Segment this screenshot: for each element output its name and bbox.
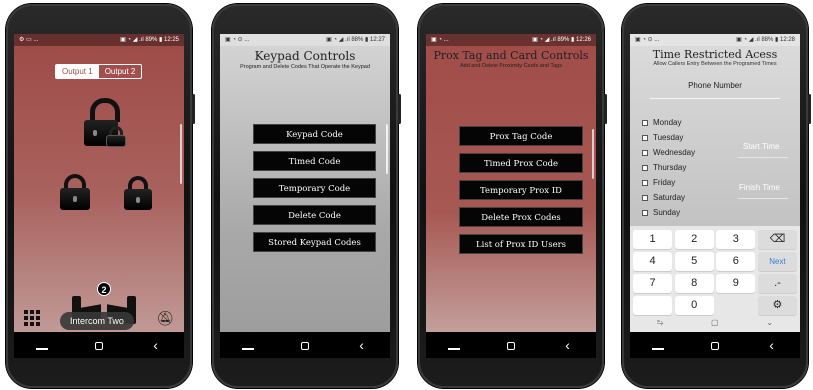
keypad-controls-screen: ▣ ◔ ⊙ ... ▣ ◔ ◢ .ıl 88% ▮ 12:27 Keypad C… — [220, 34, 390, 358]
finish-time-input[interactable] — [738, 198, 788, 199]
checkbox[interactable] — [642, 164, 648, 171]
keyboard-hide-icon[interactable]: ⥱ — [657, 318, 663, 328]
toast-message: Intercom Two — [60, 312, 134, 330]
stored-keypad-codes-button[interactable]: Stored Keypad Codes — [253, 232, 376, 252]
temporary-code-button[interactable]: Temporary Code — [253, 178, 376, 198]
finish-time-label: Finish Time — [739, 183, 780, 192]
nav-menu-button[interactable] — [27, 338, 57, 353]
key-5[interactable]: 5 — [674, 252, 714, 271]
key-9[interactable]: 9 — [716, 274, 756, 293]
delete-prox-codes-button[interactable]: Delete Prox Codes — [459, 207, 583, 227]
nav-menu-button[interactable] — [439, 338, 469, 353]
nav-home-button[interactable] — [290, 338, 320, 353]
key-7[interactable]: 7 — [633, 274, 672, 293]
page-title: Keypad Controls — [254, 49, 356, 63]
tab-output-2[interactable]: Output 2 — [99, 65, 142, 78]
small-lock-icon — [106, 126, 126, 148]
lock-right-button[interactable] — [124, 176, 152, 210]
tab-output-1[interactable]: Output 1 — [56, 65, 99, 78]
key-0[interactable]: 0 — [674, 296, 714, 315]
android-navbar: ‹ — [220, 332, 390, 358]
status-bar: ▣ ◔ ... ▣ ◔ ◢ .ıl 89% ▮ 12:26 — [426, 34, 596, 46]
page-subtitle: Allow Callers Entry Between the Programe… — [653, 61, 777, 67]
phone-1: ⚙ ▭ ... ▣ ◔ ◢ .ıl 89% ▮ 12:25 Output 1 O… — [6, 4, 195, 388]
day-monday[interactable]: Monday — [642, 118, 681, 127]
lock-left-button[interactable] — [60, 174, 90, 210]
prox-tag-code-button[interactable]: Prox Tag Code — [459, 126, 583, 146]
next-key[interactable]: Next — [757, 252, 797, 271]
day-thursday[interactable]: Thursday — [642, 163, 686, 172]
android-navbar: ‹ — [426, 332, 596, 358]
scrollbar[interactable] — [180, 124, 182, 184]
page-subtitle: Program and Delete Codes That Operate th… — [240, 64, 370, 70]
keyboard-down-icon[interactable]: ⌄ — [766, 318, 773, 328]
phone-3: ▣ ◔ ... ▣ ◔ ◢ .ıl 89% ▮ 12:26 Prox Tag a… — [418, 4, 607, 388]
keypad-code-button[interactable]: Keypad Code — [253, 124, 376, 144]
day-saturday[interactable]: Saturday — [642, 193, 685, 202]
phone-4: ▣ ◔ ⊙ ... ▣ ◔ ◢ .ıl 88% ▮ 12:28 Time Res… — [622, 4, 811, 388]
page-title: Prox Tag and Card Controls — [433, 49, 589, 62]
start-time-input[interactable] — [738, 157, 788, 158]
page-title: Time Restricted Acess — [652, 48, 778, 61]
grid-menu-icon[interactable] — [24, 310, 40, 326]
phone-number-label: Phone Number — [688, 81, 742, 90]
blank-key-right — [716, 296, 755, 315]
status-bar: ▣ ◔ ⊙ ... ▣ ◔ ◢ .ıl 88% ▮ 12:27 — [220, 34, 390, 46]
dot-dash-key[interactable]: .- — [757, 274, 797, 293]
phone-2: ▣ ◔ ⊙ ... ▣ ◔ ◢ .ıl 88% ▮ 12:27 Keypad C… — [212, 4, 401, 388]
key-2[interactable]: 2 — [674, 230, 714, 249]
nav-back-button[interactable]: ‹ — [553, 337, 583, 353]
status-bar: ▣ ◔ ⊙ ... ▣ ◔ ◢ .ıl 88% ▮ 12:28 — [630, 34, 800, 46]
blank-key-left — [633, 296, 672, 315]
scrollbar[interactable] — [592, 129, 594, 179]
nav-back-button[interactable]: ‹ — [347, 337, 377, 353]
status-bar: ⚙ ▭ ... ▣ ◔ ◢ .ıl 89% ▮ 12:25 — [14, 34, 184, 46]
temporary-prox-id-button[interactable]: Temporary Prox ID — [459, 180, 583, 200]
day-wednesday[interactable]: Wednesday — [642, 148, 695, 157]
checkbox[interactable] — [642, 119, 648, 126]
keyboard-settings-icon[interactable]: ⚙ — [757, 296, 797, 315]
timed-prox-code-button[interactable]: Timed Prox Code — [459, 153, 583, 173]
lock-badge — [93, 130, 97, 136]
key-8[interactable]: 8 — [674, 274, 714, 293]
checkbox[interactable] — [642, 194, 648, 201]
android-navbar: ‹ — [14, 332, 184, 358]
key-3[interactable]: 3 — [716, 230, 756, 249]
list-prox-users-button[interactable]: List of Prox ID Users — [459, 234, 583, 254]
numeric-keyboard: 1 2 3 ⌫ 4 5 6 Next 7 8 9 .- 0 ⚙ ⥱ ▢ ⌄ — [630, 226, 800, 332]
nav-home-button[interactable] — [700, 338, 730, 353]
checkbox[interactable] — [642, 209, 648, 216]
key-4[interactable]: 4 — [633, 252, 672, 271]
nav-back-button[interactable]: ‹ — [141, 337, 171, 353]
start-time-label: Start Time — [743, 142, 780, 151]
time-restricted-screen: ▣ ◔ ⊙ ... ▣ ◔ ◢ .ıl 88% ▮ 12:28 Time Res… — [630, 34, 800, 358]
day-sunday[interactable]: Sunday — [642, 208, 680, 217]
main-unlock-button[interactable] — [84, 98, 132, 148]
checkbox[interactable] — [642, 149, 648, 156]
keyboard-home-icon[interactable]: ▢ — [711, 318, 719, 328]
page-subtitle: Add and Delete Proximity Cards and Tags — [459, 63, 562, 69]
nav-back-button[interactable]: ‹ — [757, 337, 787, 353]
output-tabs: Output 1 Output 2 — [55, 64, 143, 79]
scrollbar[interactable] — [386, 124, 388, 174]
android-navbar: ‹ — [630, 332, 800, 358]
delete-code-button[interactable]: Delete Code — [253, 205, 376, 225]
gate-badge: 2 — [97, 282, 111, 296]
key-6[interactable]: 6 — [716, 252, 756, 271]
day-friday[interactable]: Friday — [642, 178, 675, 187]
checkbox[interactable] — [642, 134, 648, 141]
phone-number-input[interactable] — [650, 98, 780, 99]
bell-muted-icon[interactable]: 🔕︎ — [156, 310, 174, 327]
nav-menu-button[interactable] — [643, 338, 673, 353]
checkbox[interactable] — [642, 179, 648, 186]
day-tuesday[interactable]: Tuesday — [642, 133, 683, 142]
key-1[interactable]: 1 — [633, 230, 672, 249]
nav-home-button[interactable] — [84, 338, 114, 353]
prox-controls-screen: ▣ ◔ ... ▣ ◔ ◢ .ıl 89% ▮ 12:26 Prox Tag a… — [426, 34, 596, 358]
nav-home-button[interactable] — [496, 338, 526, 353]
backspace-key[interactable]: ⌫ — [757, 230, 797, 249]
timed-code-button[interactable]: Timed Code — [253, 151, 376, 171]
intercom-screen: ⚙ ▭ ... ▣ ◔ ◢ .ıl 89% ▮ 12:25 Output 1 O… — [14, 34, 184, 358]
nav-menu-button[interactable] — [233, 338, 263, 353]
